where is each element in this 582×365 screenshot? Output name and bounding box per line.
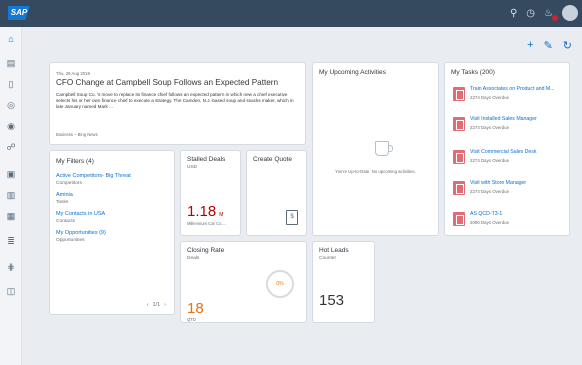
list-item[interactable]: Aminia Tasks: [56, 192, 166, 205]
tile-title: Closing Rate: [187, 247, 225, 254]
shell-actions: ⚲ ◷ ♨: [510, 5, 578, 21]
analytics-icon[interactable]: ≣: [5, 235, 17, 247]
task-icon: [453, 150, 465, 164]
empty-message: You're Up-to-Date. No upcoming activitie…: [335, 169, 416, 174]
accounts-icon[interactable]: ▣: [5, 168, 17, 180]
task-icon: [453, 117, 465, 131]
quote-icon: $: [286, 210, 298, 225]
news-card[interactable]: Thu, 29 Aug 2019 CFO Change at Campbell …: [49, 62, 306, 145]
tile-title: Stalled Deals: [187, 156, 226, 163]
notification-badge: [552, 14, 558, 21]
leads-icon[interactable]: ☍: [5, 141, 17, 153]
refresh-icon[interactable]: ↻: [563, 39, 572, 52]
kpi-value: 153: [319, 292, 345, 309]
side-navigation: ⌂ ▤ ▯ ◎ ◉ ☍ ▣ ▥ ▦ ≣ ⋕ ◫: [0, 27, 22, 365]
task-status: 2274 Days Overdue: [470, 95, 510, 100]
target-icon[interactable]: ◎: [5, 99, 17, 111]
closing-rate-tile[interactable]: Closing Rate Deals 18 QTD 0%: [180, 241, 307, 323]
shell-bar: SAP ⚲ ◷ ♨: [0, 0, 582, 27]
filter-type: Tasks: [56, 200, 69, 205]
news-source: Business – Bing News: [56, 132, 98, 137]
kpi-unit: M: [219, 212, 224, 218]
help-icon[interactable]: ◷: [526, 8, 535, 19]
hot-leads-tile[interactable]: Hot Leads Counter 153: [312, 241, 375, 323]
task-link[interactable]: Visit Commercial Sales Desk: [470, 149, 568, 155]
filter-link[interactable]: Active Competitors- Big Threat: [56, 173, 166, 179]
prev-page-button[interactable]: ‹: [147, 302, 149, 308]
task-link[interactable]: AS QCD-T3-1: [470, 211, 568, 217]
kpi-value: 1.18 M: [187, 203, 224, 220]
filters-card: My Filters (4) Active Competitors- Big T…: [49, 150, 175, 315]
list-item[interactable]: Visit Commercial Sales Desk 2274 Days Ov…: [453, 149, 568, 169]
tile-title: Hot Leads: [319, 247, 349, 254]
task-link[interactable]: Train Associates on Product and M...: [470, 86, 568, 92]
edit-icon[interactable]: ✎: [544, 39, 553, 52]
next-page-button[interactable]: ›: [164, 302, 166, 308]
list-item[interactable]: Active Competitors- Big Threat Competito…: [56, 173, 166, 186]
avatar[interactable]: [562, 5, 578, 21]
opportunity-icon[interactable]: ◉: [5, 120, 17, 132]
tile-subtitle: Counter: [319, 256, 337, 261]
kpi-value: 18: [187, 300, 204, 317]
list-item[interactable]: Visit with Store Manager 2274 Days Overd…: [453, 180, 568, 200]
progress-ring: 0%: [266, 270, 294, 298]
feed-icon[interactable]: ▤: [5, 57, 17, 69]
news-date: Thu, 29 Aug 2019: [56, 71, 90, 76]
list-item[interactable]: My Contacts in USA Contacts: [56, 211, 166, 224]
task-status: 2090 Days Overdue: [470, 220, 510, 225]
task-link[interactable]: Visit Installed Sales Manager: [470, 116, 568, 122]
news-headline[interactable]: CFO Change at Campbell Soup Follows an E…: [56, 78, 294, 87]
tasks-card: My Tasks (200) Train Associates on Produ…: [444, 62, 570, 236]
news-body: Campbell Soup Co. 's move to replace its…: [56, 92, 294, 109]
search-icon[interactable]: ⚲: [510, 8, 517, 19]
sap-logo[interactable]: SAP: [8, 6, 30, 20]
activities-card: My Upcoming Activities You're Up-to-Date…: [312, 62, 439, 236]
filter-link[interactable]: My Opportunities (9): [56, 230, 166, 236]
task-icon: [453, 212, 465, 226]
hierarchy-icon[interactable]: ⋕: [5, 261, 17, 273]
task-status: 2274 Days Overdue: [470, 158, 510, 163]
task-status: 2274 Days Overdue: [470, 125, 510, 130]
task-link[interactable]: Visit with Store Manager: [470, 180, 568, 186]
list-item[interactable]: AS QCD-T3-1 2090 Days Overdue: [453, 211, 568, 231]
stalled-deals-tile[interactable]: Stalled Deals USD 1.18 M Millennium Car C…: [180, 150, 241, 236]
task-icon: [453, 181, 465, 195]
filter-type: Contacts: [56, 219, 75, 224]
filter-link[interactable]: My Contacts in USA: [56, 211, 166, 217]
page-actions: + ✎ ↻: [527, 39, 572, 52]
home-icon[interactable]: ⌂: [5, 33, 17, 45]
list-item[interactable]: Train Associates on Product and M... 227…: [453, 86, 568, 106]
tile-footer: Millennium Car Co....: [187, 221, 227, 226]
tile-footer: QTD: [187, 317, 196, 322]
list-item[interactable]: My Opportunities (9) Opportunities: [56, 230, 166, 243]
add-icon[interactable]: +: [527, 39, 533, 52]
reports-icon[interactable]: ◫: [5, 285, 17, 297]
notifications-icon[interactable]: ♨: [544, 8, 558, 21]
filter-type: Opportunities: [56, 238, 85, 243]
task-icon: [453, 87, 465, 101]
filter-type: Competitors: [56, 181, 82, 186]
task-status: 2274 Days Overdue: [470, 189, 510, 194]
activities-title: My Upcoming Activities: [319, 69, 386, 76]
document-icon[interactable]: ▯: [5, 78, 17, 90]
tile-title: Create Quote: [253, 156, 293, 163]
page-indicator: 1/1: [152, 302, 161, 308]
tasks-title: My Tasks (200): [451, 69, 495, 76]
filters-list: Active Competitors- Big Threat Competito…: [56, 173, 166, 249]
filter-link[interactable]: Aminia: [56, 192, 166, 198]
filters-title: My Filters (4): [56, 158, 94, 165]
coffee-icon: [375, 141, 393, 156]
tasks-icon[interactable]: ▦: [5, 210, 17, 222]
pager: ‹ 1/1 ›: [147, 302, 166, 308]
list-item[interactable]: Visit Installed Sales Manager 2274 Days …: [453, 116, 568, 136]
create-quote-tile[interactable]: Create Quote $: [246, 150, 307, 236]
tile-subtitle: USD: [187, 165, 198, 170]
tile-subtitle: Deals: [187, 256, 200, 261]
calendar-icon[interactable]: ▥: [5, 189, 17, 201]
